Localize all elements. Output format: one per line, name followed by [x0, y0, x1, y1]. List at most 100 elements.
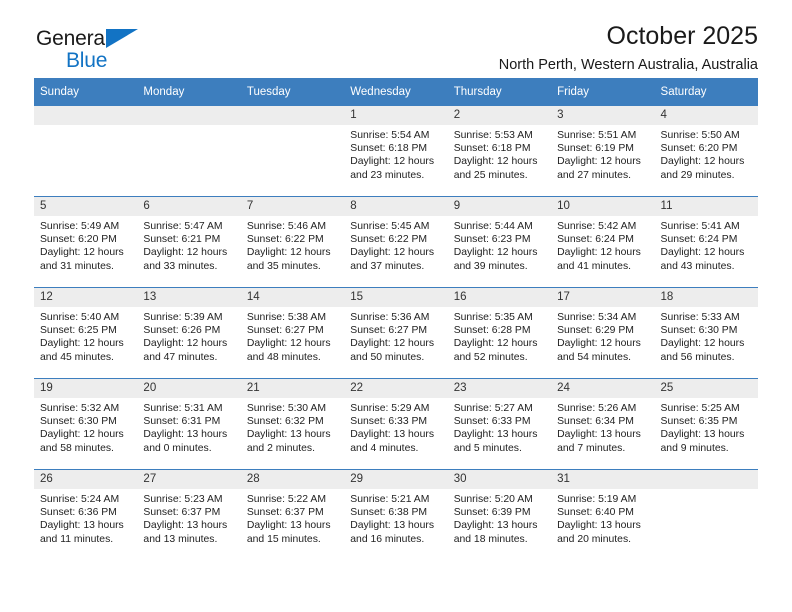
- daylight-duration-line2: and 18 minutes.: [453, 533, 528, 545]
- calendar-day-cell[interactable]: 30 Sunrise: 5:20 AM Sunset: 6:39 PM Dayligh…: [447, 470, 552, 560]
- page-title: October 2025: [606, 22, 759, 50]
- sunset-time: Sunset: 6:27 PM: [350, 325, 428, 337]
- calendar-day-cell[interactable]: 15 Sunrise: 5:36 AM Sunset: 6:27 PM Dayligh…: [344, 288, 448, 378]
- sunrise-time: Sunrise: 5:25 AM: [660, 403, 740, 414]
- day-details: Sunrise: 5:54 AM Sunset: 6:18 PM Daylight:…: [344, 125, 447, 182]
- calendar-day-cell[interactable]: 20 Sunrise: 5:31 AM Sunset: 6:31 PM Dayligh…: [137, 379, 241, 469]
- daylight-duration-line2: and 9 minutes.: [660, 442, 729, 454]
- daylight-duration-line1: Daylight: 13 hours: [246, 429, 331, 441]
- day-number: 27: [137, 470, 241, 489]
- daylight-duration-line2: and 43 minutes.: [660, 260, 735, 272]
- calendar-day-cell[interactable]: 25 Sunrise: 5:25 AM Sunset: 6:35 PM Dayligh…: [654, 379, 758, 469]
- calendar-day-cell[interactable]: 27 Sunrise: 5:23 AM Sunset: 6:37 PM Dayligh…: [137, 470, 241, 560]
- sunset-time: Sunset: 6:31 PM: [143, 416, 221, 428]
- calendar-day-cell-empty: [137, 106, 241, 196]
- daylight-duration-line2: and 27 minutes.: [557, 169, 632, 181]
- calendar-day-cell[interactable]: 11 Sunrise: 5:41 AM Sunset: 6:24 PM Dayligh…: [654, 197, 758, 287]
- sunset-time: Sunset: 6:37 PM: [143, 507, 221, 519]
- day-details: Sunrise: 5:36 AM Sunset: 6:27 PM Daylight:…: [344, 307, 447, 364]
- calendar-day-cell[interactable]: 17 Sunrise: 5:34 AM Sunset: 6:29 PM Dayligh…: [551, 288, 655, 378]
- calendar-day-cell[interactable]: 1 Sunrise: 5:54 AM Sunset: 6:18 PM Daylight…: [344, 106, 448, 196]
- daylight-duration-line2: and 54 minutes.: [557, 351, 632, 363]
- sunrise-time: Sunrise: 5:34 AM: [557, 312, 637, 323]
- sunrise-time: Sunrise: 5:41 AM: [660, 221, 740, 232]
- sunset-time: Sunset: 6:24 PM: [660, 234, 738, 246]
- calendar-week-row: 12 Sunrise: 5:40 AM Sunset: 6:25 PM Dayligh…: [34, 287, 758, 379]
- day-details: Sunrise: 5:41 AM Sunset: 6:24 PM Daylight:…: [655, 216, 758, 273]
- calendar-day-cell[interactable]: 12 Sunrise: 5:40 AM Sunset: 6:25 PM Dayligh…: [34, 288, 138, 378]
- day-number: 9: [447, 197, 552, 216]
- sunrise-time: Sunrise: 5:21 AM: [350, 494, 430, 505]
- calendar-day-cell[interactable]: 5 Sunrise: 5:49 AM Sunset: 6:20 PM Daylight…: [34, 197, 138, 287]
- daylight-duration-line1: Daylight: 13 hours: [453, 520, 538, 532]
- daylight-duration-line2: and 29 minutes.: [660, 169, 735, 181]
- day-number: 4: [654, 106, 758, 125]
- calendar-day-cell[interactable]: 24 Sunrise: 5:26 AM Sunset: 6:34 PM Dayligh…: [551, 379, 655, 469]
- calendar-day-cell[interactable]: 13 Sunrise: 5:39 AM Sunset: 6:26 PM Dayligh…: [137, 288, 241, 378]
- calendar-week-row: 1 Sunrise: 5:54 AM Sunset: 6:18 PM Daylight…: [34, 106, 758, 197]
- calendar-day-cell[interactable]: 29 Sunrise: 5:21 AM Sunset: 6:38 PM Dayligh…: [344, 470, 448, 560]
- day-details: Sunrise: 5:44 AM Sunset: 6:23 PM Daylight:…: [448, 216, 551, 273]
- day-number: 26: [34, 470, 138, 489]
- sunset-time: Sunset: 6:33 PM: [350, 416, 428, 428]
- day-number: 6: [137, 197, 241, 216]
- daylight-duration-line2: and 7 minutes.: [557, 442, 626, 454]
- daylight-duration-line1: Daylight: 12 hours: [143, 338, 228, 350]
- sunset-time: Sunset: 6:30 PM: [40, 416, 117, 428]
- day-number: 12: [34, 288, 138, 307]
- daylight-duration-line1: Daylight: 12 hours: [350, 338, 435, 350]
- daylight-duration-line2: and 41 minutes.: [557, 260, 632, 272]
- day-details: Sunrise: 5:34 AM Sunset: 6:29 PM Daylight:…: [551, 307, 654, 364]
- calendar-day-cell[interactable]: 8 Sunrise: 5:45 AM Sunset: 6:22 PM Daylight…: [344, 197, 448, 287]
- calendar-day-cell[interactable]: 3 Sunrise: 5:51 AM Sunset: 6:19 PM Daylight…: [551, 106, 655, 196]
- calendar-day-cell[interactable]: 2 Sunrise: 5:53 AM Sunset: 6:18 PM Daylight…: [447, 106, 552, 196]
- sunrise-time: Sunrise: 5:35 AM: [453, 312, 533, 323]
- calendar-day-cell[interactable]: 22 Sunrise: 5:29 AM Sunset: 6:33 PM Dayligh…: [344, 379, 448, 469]
- daylight-duration-line2: and 15 minutes.: [246, 533, 321, 545]
- sunrise-time: Sunrise: 5:30 AM: [246, 403, 326, 414]
- sunset-time: Sunset: 6:24 PM: [557, 234, 634, 246]
- day-details: Sunrise: 5:46 AM Sunset: 6:22 PM Daylight:…: [241, 216, 344, 273]
- calendar-day-cell[interactable]: 6 Sunrise: 5:47 AM Sunset: 6:21 PM Daylight…: [137, 197, 241, 287]
- calendar-day-cell[interactable]: 21 Sunrise: 5:30 AM Sunset: 6:32 PM Dayligh…: [240, 379, 345, 469]
- calendar-day-cell[interactable]: 28 Sunrise: 5:22 AM Sunset: 6:37 PM Dayligh…: [240, 470, 345, 560]
- calendar-day-cell[interactable]: 9 Sunrise: 5:44 AM Sunset: 6:23 PM Daylight…: [447, 197, 552, 287]
- sunset-time: Sunset: 6:28 PM: [453, 325, 531, 337]
- day-details: Sunrise: 5:42 AM Sunset: 6:24 PM Daylight:…: [551, 216, 654, 273]
- day-number: 30: [447, 470, 552, 489]
- weekday-header-wednesday: Wednesday: [344, 78, 448, 106]
- day-number: 31: [551, 470, 655, 489]
- daylight-duration-line2: and 4 minutes.: [350, 442, 419, 454]
- sunset-time: Sunset: 6:34 PM: [557, 416, 634, 428]
- calendar-day-cell[interactable]: 23 Sunrise: 5:27 AM Sunset: 6:33 PM Dayligh…: [447, 379, 552, 469]
- daylight-duration-line1: Daylight: 12 hours: [350, 247, 435, 259]
- day-details: Sunrise: 5:51 AM Sunset: 6:19 PM Daylight:…: [551, 125, 654, 182]
- calendar-day-cell[interactable]: 19 Sunrise: 5:32 AM Sunset: 6:30 PM Dayligh…: [34, 379, 138, 469]
- calendar-day-cell[interactable]: 18 Sunrise: 5:33 AM Sunset: 6:30 PM Dayligh…: [654, 288, 758, 378]
- day-number: [34, 106, 138, 125]
- daylight-duration-line2: and 5 minutes.: [453, 442, 522, 454]
- calendar-day-cell[interactable]: 7 Sunrise: 5:46 AM Sunset: 6:22 PM Daylight…: [240, 197, 345, 287]
- daylight-duration-line1: Daylight: 12 hours: [350, 156, 435, 168]
- logo-text-general: General: [36, 27, 110, 50]
- sunset-time: Sunset: 6:37 PM: [246, 507, 324, 519]
- daylight-duration-line2: and 25 minutes.: [453, 169, 528, 181]
- day-details: Sunrise: 5:39 AM Sunset: 6:26 PM Daylight:…: [137, 307, 240, 364]
- weekday-header-monday: Monday: [137, 78, 241, 106]
- day-number: 5: [34, 197, 138, 216]
- day-details: Sunrise: 5:30 AM Sunset: 6:32 PM Daylight:…: [241, 398, 344, 455]
- daylight-duration-line1: Daylight: 12 hours: [246, 247, 331, 259]
- day-details: Sunrise: 5:50 AM Sunset: 6:20 PM Daylight:…: [655, 125, 758, 182]
- calendar-day-cell[interactable]: 31 Sunrise: 5:19 AM Sunset: 6:40 PM Dayligh…: [551, 470, 655, 560]
- calendar-day-cell[interactable]: 26 Sunrise: 5:24 AM Sunset: 6:36 PM Dayligh…: [34, 470, 138, 560]
- daylight-duration-line2: and 35 minutes.: [246, 260, 321, 272]
- daylight-duration-line1: Daylight: 13 hours: [557, 429, 641, 441]
- calendar-day-cell[interactable]: 16 Sunrise: 5:35 AM Sunset: 6:28 PM Dayligh…: [447, 288, 552, 378]
- sunrise-time: Sunrise: 5:38 AM: [246, 312, 326, 323]
- sunrise-time: Sunrise: 5:33 AM: [660, 312, 740, 323]
- calendar-day-cell[interactable]: 10 Sunrise: 5:42 AM Sunset: 6:24 PM Dayligh…: [551, 197, 655, 287]
- sunset-time: Sunset: 6:21 PM: [143, 234, 221, 246]
- calendar-day-cell[interactable]: 14 Sunrise: 5:38 AM Sunset: 6:27 PM Dayligh…: [240, 288, 345, 378]
- calendar-day-cell[interactable]: 4 Sunrise: 5:50 AM Sunset: 6:20 PM Daylight…: [654, 106, 758, 196]
- sunrise-time: Sunrise: 5:26 AM: [557, 403, 637, 414]
